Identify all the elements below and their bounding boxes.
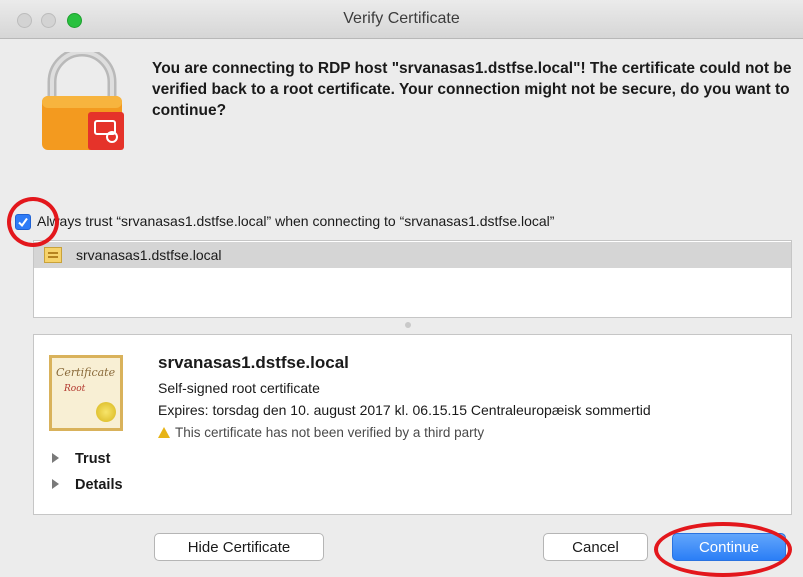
details-disclosure[interactable]: Details bbox=[52, 477, 123, 493]
certificate-icon bbox=[44, 247, 62, 263]
certificate-type: Self-signed root certificate bbox=[158, 380, 320, 396]
cancel-button[interactable]: Cancel bbox=[543, 533, 648, 561]
always-trust-label: Always trust “srvanasas1.dstfse.local” w… bbox=[37, 213, 555, 229]
certificate-warning-text: This certificate has not been verified b… bbox=[175, 425, 485, 440]
connection-warning-message: You are connecting to RDP host "srvanasa… bbox=[152, 60, 792, 119]
warning-icon bbox=[158, 427, 170, 438]
verify-certificate-dialog: Verify Certificate You are connecting to… bbox=[0, 0, 803, 577]
split-view-divider-handle[interactable] bbox=[405, 322, 411, 328]
certificate-details-panel: Certificate Root srvanasas1.dstfse.local… bbox=[33, 334, 792, 515]
details-disclosure-label: Details bbox=[75, 477, 123, 493]
certificate-chain-list: srvanasas1.dstfse.local bbox=[33, 240, 792, 318]
window-title: Verify Certificate bbox=[343, 10, 460, 27]
certificate-image-text: Certificate bbox=[56, 366, 116, 379]
certificate-warning: This certificate has not been verified b… bbox=[158, 425, 484, 440]
certificate-seal-icon bbox=[96, 402, 116, 422]
disclosure-triangle-icon bbox=[52, 453, 59, 463]
trust-disclosure-label: Trust bbox=[75, 451, 111, 467]
padlock-warning-icon bbox=[42, 52, 124, 150]
hide-certificate-button[interactable]: Hide Certificate bbox=[154, 533, 324, 561]
checkmark-icon bbox=[18, 217, 28, 228]
title-bar: Verify Certificate bbox=[0, 0, 803, 39]
certificate-list-item[interactable]: srvanasas1.dstfse.local bbox=[34, 242, 791, 268]
always-trust-checkbox[interactable] bbox=[15, 214, 31, 230]
certificate-list-item-label: srvanasas1.dstfse.local bbox=[76, 247, 222, 263]
certificate-image-subtext: Root bbox=[64, 384, 86, 394]
certificate-name: srvanasas1.dstfse.local bbox=[158, 353, 349, 372]
trust-disclosure[interactable]: Trust bbox=[52, 451, 110, 467]
certificate-expiry: Expires: torsdag den 10. august 2017 kl.… bbox=[158, 402, 651, 418]
continue-button[interactable]: Continue bbox=[672, 533, 786, 561]
certificate-image-icon: Certificate Root bbox=[49, 355, 123, 431]
disclosure-triangle-icon bbox=[52, 479, 59, 489]
